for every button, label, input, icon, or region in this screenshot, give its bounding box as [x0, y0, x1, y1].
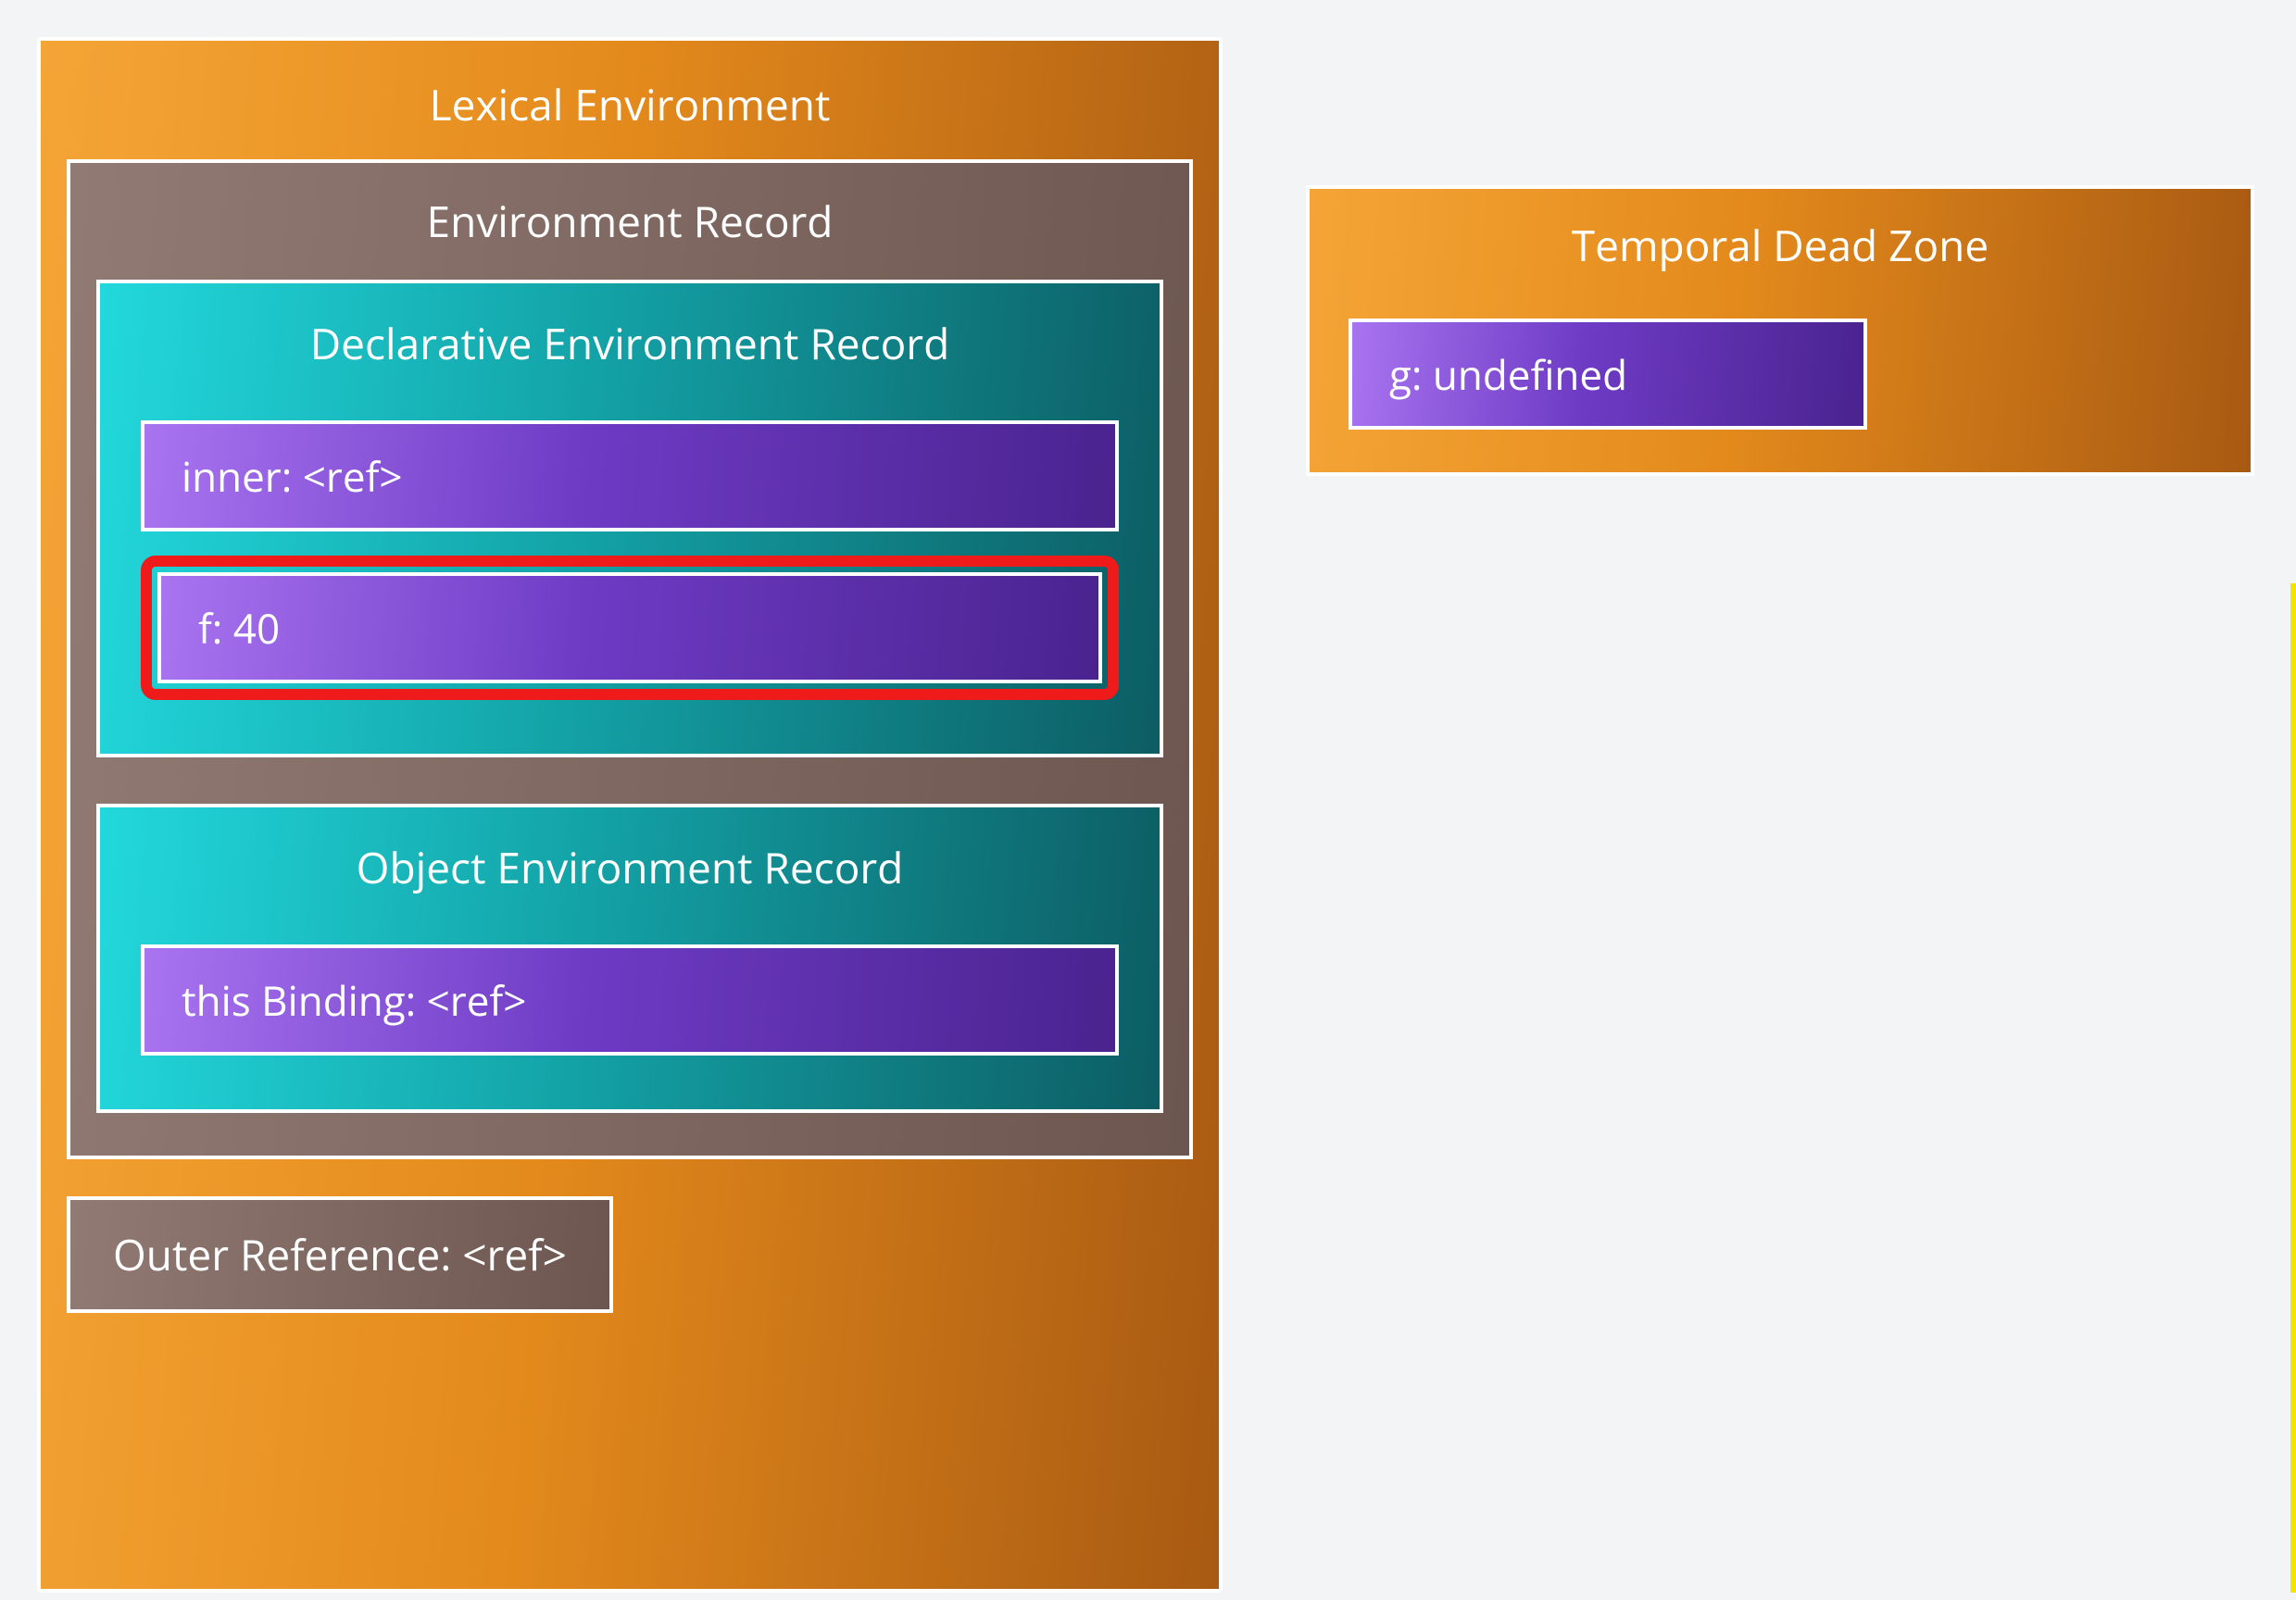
object-record-title: Object Environment Record — [141, 822, 1119, 928]
temporal-dead-zone-box: Temporal Dead Zone g: undefined — [1306, 185, 2254, 476]
lexical-environment-title: Lexical Environment — [67, 59, 1193, 159]
binding-entry: inner: <ref> — [141, 420, 1119, 531]
highlight-frame: f: 40 — [141, 556, 1119, 700]
environment-record-title: Environment Record — [96, 180, 1163, 280]
binding-entry-highlighted: f: 40 — [157, 572, 1102, 683]
edge-artifact — [2290, 583, 2296, 1593]
lexical-environment-box: Lexical Environment Environment Record D… — [37, 37, 1223, 1593]
temporal-dead-zone-title: Temporal Dead Zone — [1349, 204, 2212, 302]
diagram-canvas: Lexical Environment Environment Record D… — [0, 0, 2296, 1600]
binding-entry: this Binding: <ref> — [141, 944, 1119, 1056]
outer-reference-box: Outer Reference: <ref> — [67, 1196, 613, 1313]
declarative-record-title: Declarative Environment Record — [141, 298, 1119, 404]
object-record-box: Object Environment Record this Binding: … — [96, 804, 1163, 1113]
environment-record-box: Environment Record Declarative Environme… — [67, 159, 1193, 1159]
declarative-record-box: Declarative Environment Record inner: <r… — [96, 280, 1163, 757]
binding-entry: g: undefined — [1349, 319, 1867, 430]
